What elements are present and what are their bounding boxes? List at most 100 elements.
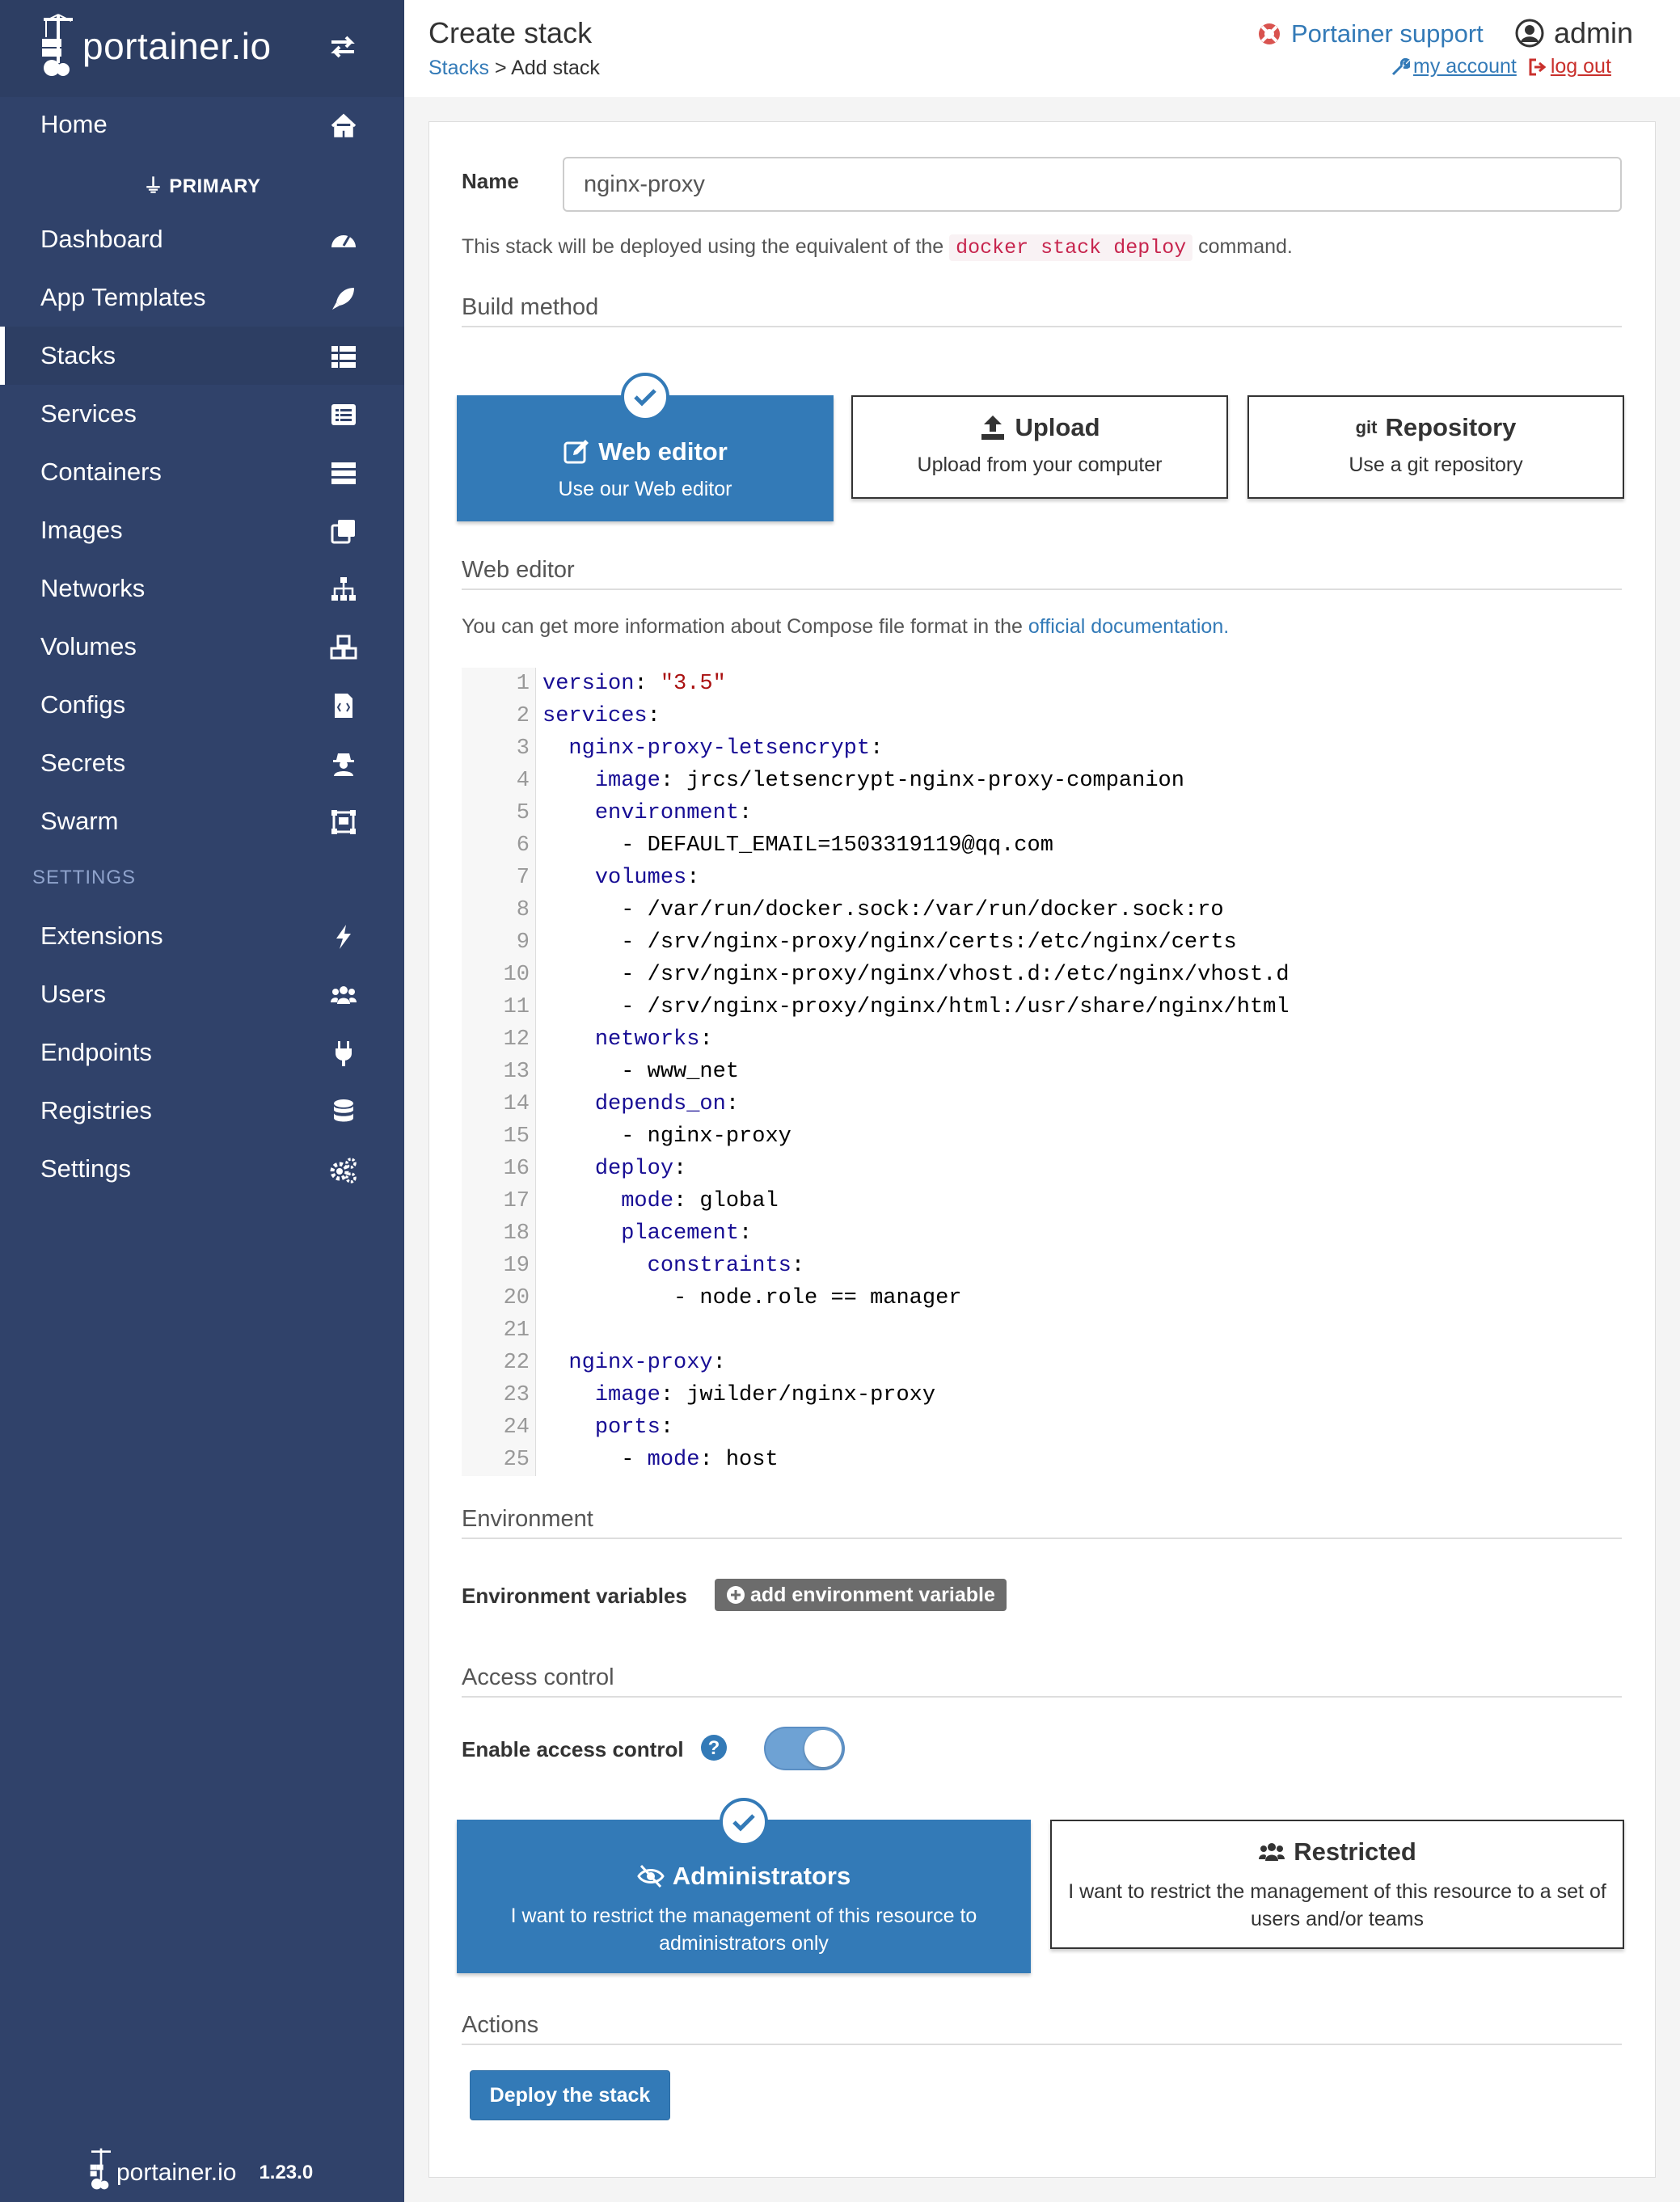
line-number: 4 bbox=[516, 769, 530, 793]
line-number: 18 bbox=[503, 1221, 530, 1246]
sidebar-item-label: Secrets bbox=[40, 749, 126, 777]
portainer-crane-icon bbox=[42, 14, 73, 76]
line-number: 14 bbox=[503, 1092, 530, 1116]
support-label: Portainer support bbox=[1291, 19, 1484, 48]
line-number: 19 bbox=[503, 1254, 530, 1278]
sidebar-item-containers[interactable]: Containers bbox=[0, 443, 404, 501]
account-links: my account log out bbox=[1391, 55, 1611, 78]
line-number: 12 bbox=[503, 1027, 530, 1052]
breadcrumb-stacks-link[interactable]: Stacks bbox=[428, 57, 489, 79]
line-number: 21 bbox=[503, 1318, 530, 1343]
line-number: 5 bbox=[516, 801, 530, 825]
log-out-link[interactable]: log out bbox=[1528, 55, 1611, 78]
my-account-link[interactable]: my account bbox=[1391, 55, 1517, 78]
sidebar-item-home[interactable]: Home bbox=[0, 95, 404, 154]
clone-icon bbox=[331, 520, 355, 544]
sidebar-item-label: Registries bbox=[40, 1096, 152, 1124]
sidebar-item-label: Networks bbox=[40, 574, 146, 602]
rocket-icon bbox=[332, 288, 354, 310]
exchange-icon[interactable] bbox=[327, 31, 359, 63]
code-line: 8 - /var/run/docker.sock:/var/run/docker… bbox=[462, 894, 1622, 926]
settings-heading: SETTINGS bbox=[32, 867, 137, 888]
sidebar-item-images[interactable]: Images bbox=[0, 501, 404, 559]
code-line: 12 networks: bbox=[462, 1023, 1622, 1056]
sidebar-item-volumes[interactable]: Volumes bbox=[0, 618, 404, 676]
code-line: 16 deploy: bbox=[462, 1153, 1622, 1185]
code-line: 6 - DEFAULT_EMAIL=1503319119@qq.com bbox=[462, 829, 1622, 862]
code-text: - node.role == manager bbox=[673, 1286, 962, 1310]
sidebar-item-app-templates[interactable]: App Templates bbox=[0, 268, 404, 327]
code-text: - /srv/nginx-proxy/nginx/html:/usr/share… bbox=[621, 995, 1290, 1019]
code-text: nginx-proxy: bbox=[568, 1351, 726, 1375]
code-line: 22 nginx-proxy: bbox=[462, 1347, 1622, 1379]
environment-heading: Environment bbox=[462, 1506, 1622, 1539]
build-method-heading: Build method bbox=[462, 294, 1622, 327]
code-text: volumes: bbox=[594, 866, 700, 890]
sidebar-item-configs[interactable]: Configs bbox=[0, 676, 404, 734]
line-number: 16 bbox=[503, 1157, 530, 1181]
tachometer-icon bbox=[331, 235, 356, 247]
code-text: - /srv/nginx-proxy/nginx/certs:/etc/ngin… bbox=[621, 930, 1237, 955]
line-number: 13 bbox=[503, 1060, 530, 1084]
portainer-crane-icon bbox=[90, 2148, 111, 2190]
line-number: 23 bbox=[503, 1383, 530, 1407]
portainer-support-link[interactable]: Portainer support bbox=[1257, 19, 1484, 49]
access-control-toggle[interactable] bbox=[764, 1727, 845, 1770]
code-text: - /var/run/docker.sock:/var/run/docker.s… bbox=[621, 898, 1224, 922]
code-text: image: jrcs/letsencrypt-nginx-proxy-comp… bbox=[594, 769, 1184, 793]
sidebar-item-networks[interactable]: Networks bbox=[0, 559, 404, 618]
code-line: 10 - /srv/nginx-proxy/nginx/vhost.d:/etc… bbox=[462, 959, 1622, 991]
code-text: - mode: host bbox=[621, 1448, 779, 1472]
official-documentation-link[interactable]: official documentation. bbox=[1028, 615, 1229, 638]
sidebar-item-label: Volumes bbox=[40, 632, 137, 660]
sidebar-item-users[interactable]: Users bbox=[0, 965, 404, 1023]
compose-code-editor[interactable]: 1 version: "3.5" 2 services: 3 nginx-proxy-l… bbox=[462, 668, 1622, 1476]
toggle-knob bbox=[804, 1730, 842, 1767]
code-line: 17 mode: global bbox=[462, 1185, 1622, 1217]
sidebar-item-stacks[interactable]: Stacks bbox=[0, 327, 404, 385]
line-number: 1 bbox=[516, 672, 530, 696]
plug-icon: ⏚ bbox=[143, 175, 170, 197]
code-text: constraints: bbox=[647, 1254, 805, 1278]
name-label: Name bbox=[462, 169, 519, 193]
line-number: 8 bbox=[516, 898, 530, 922]
file-code-icon bbox=[335, 694, 352, 718]
build-method-upload[interactable]: Upload Upload from your computer bbox=[851, 395, 1228, 499]
sidebar-item-registries[interactable]: Registries bbox=[0, 1082, 404, 1140]
line-number: 2 bbox=[516, 704, 530, 728]
upload-icon bbox=[981, 416, 1005, 440]
question-circle-icon[interactable]: ? bbox=[700, 1734, 728, 1761]
breadcrumb: Stacks > Add stack bbox=[428, 57, 600, 80]
sidebar-item-settings[interactable]: Settings bbox=[0, 1140, 404, 1198]
sidebar-item-label: Services bbox=[40, 399, 137, 428]
user-secret-icon bbox=[333, 753, 354, 776]
name-input[interactable] bbox=[563, 157, 1622, 212]
code-text: placement: bbox=[621, 1221, 753, 1246]
page-title: Create stack bbox=[428, 16, 593, 49]
code-line: 20 - node.role == manager bbox=[462, 1282, 1622, 1314]
sidebar-item-secrets[interactable]: Secrets bbox=[0, 734, 404, 792]
actions-heading: Actions bbox=[462, 2012, 1622, 2045]
sidebar-item-extensions[interactable]: Extensions bbox=[0, 907, 404, 965]
build-method-repository[interactable]: git Repository Use a git repository bbox=[1247, 395, 1624, 499]
top-header: Create stack Stacks > Add stack Portaine… bbox=[404, 0, 1680, 97]
line-number: 11 bbox=[503, 995, 530, 1019]
add-environment-variable-button[interactable]: add environment variable bbox=[715, 1579, 1007, 1611]
version-label: 1.23.0 bbox=[259, 2162, 314, 2183]
code-line: 1 version: "3.5" bbox=[462, 668, 1622, 700]
enable-access-control-label: Enable access control bbox=[462, 1737, 684, 1761]
sidebar-header: portainer.io bbox=[0, 0, 404, 97]
sidebar-item-services[interactable]: Services bbox=[0, 385, 404, 443]
home-icon bbox=[331, 113, 357, 137]
sidebar-item-dashboard[interactable]: Dashboard bbox=[0, 210, 404, 268]
access-option-restricted[interactable]: Restricted I want to restrict the manage… bbox=[1050, 1820, 1624, 1949]
breadcrumb-current: > Add stack bbox=[489, 57, 600, 79]
sidebar-item-swarm[interactable]: Swarm bbox=[0, 792, 404, 850]
portainer-logo[interactable]: portainer.io bbox=[40, 11, 272, 79]
line-number: 22 bbox=[503, 1351, 530, 1375]
code-text: mode: global bbox=[621, 1189, 779, 1213]
sign-out-icon bbox=[1529, 58, 1547, 75]
sidebar-item-endpoints[interactable]: Endpoints bbox=[0, 1023, 404, 1082]
deploy-stack-button[interactable]: Deploy the stack bbox=[470, 2070, 670, 2120]
sidebar-item-label: Extensions bbox=[40, 922, 163, 950]
